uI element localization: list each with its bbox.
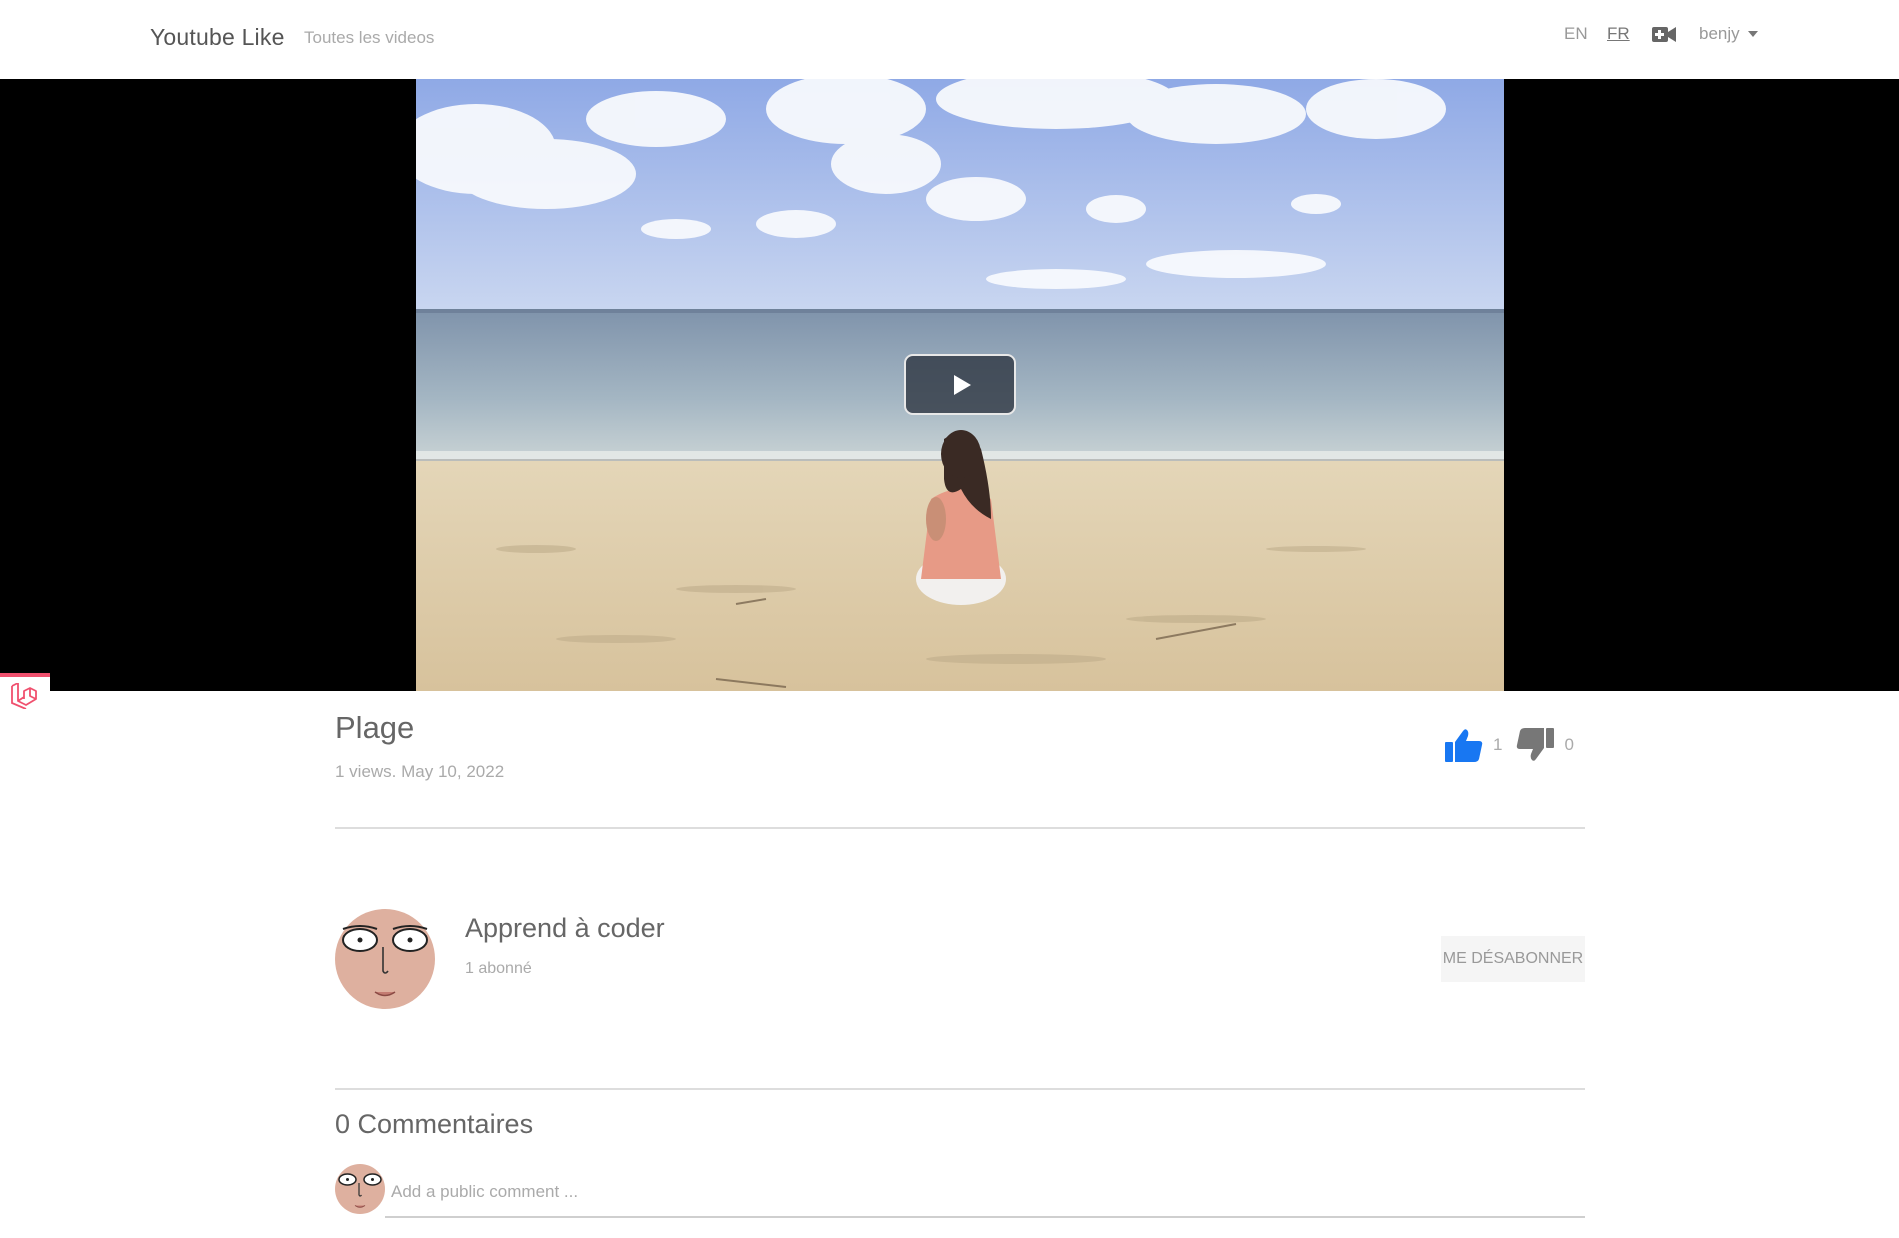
debugbar-toggle[interactable]	[0, 673, 50, 715]
play-icon	[953, 374, 971, 395]
user-avatar	[335, 1164, 385, 1214]
laravel-logo-icon	[11, 683, 37, 709]
lang-fr-link[interactable]: FR	[1607, 24, 1630, 44]
channel-avatar[interactable]	[335, 909, 435, 1009]
lang-en-link[interactable]: EN	[1564, 24, 1588, 44]
play-button[interactable]	[904, 354, 1016, 415]
video-plus-icon[interactable]	[1652, 26, 1676, 43]
divider	[335, 827, 1585, 829]
comments-title: 0 Commentaires	[335, 1109, 534, 1139]
like-button[interactable]: 1	[1445, 728, 1502, 762]
thumbs-down-icon	[1517, 728, 1555, 761]
dislike-count: 0	[1564, 735, 1574, 754]
video-meta: 1 views. May 10, 2022	[335, 762, 505, 781]
caret-down-icon	[1747, 31, 1758, 37]
comment-input[interactable]	[385, 1168, 1585, 1218]
reactions: 1 0	[1445, 728, 1574, 762]
subscriber-count: 1 abonné	[465, 960, 532, 977]
thumbs-up-icon	[1445, 729, 1483, 762]
user-name: benjy	[1699, 24, 1740, 43]
video-title: Plage	[335, 710, 415, 745]
brand-link[interactable]: Youtube Like	[150, 24, 285, 51]
user-dropdown[interactable]: benjy	[1699, 24, 1758, 44]
video-frame[interactable]	[416, 79, 1504, 691]
channel-name[interactable]: Apprend à coder	[465, 913, 665, 944]
divider	[335, 1088, 1585, 1090]
top-navbar: Youtube Like Toutes les videos EN FR ben…	[0, 0, 1899, 79]
all-videos-link[interactable]: Toutes les videos	[304, 28, 434, 48]
video-player[interactable]	[0, 79, 1899, 715]
like-count: 1	[1493, 735, 1503, 754]
dislike-button[interactable]: 0	[1516, 728, 1574, 762]
unsubscribe-button[interactable]: ME DÉSABONNER	[1441, 936, 1585, 982]
